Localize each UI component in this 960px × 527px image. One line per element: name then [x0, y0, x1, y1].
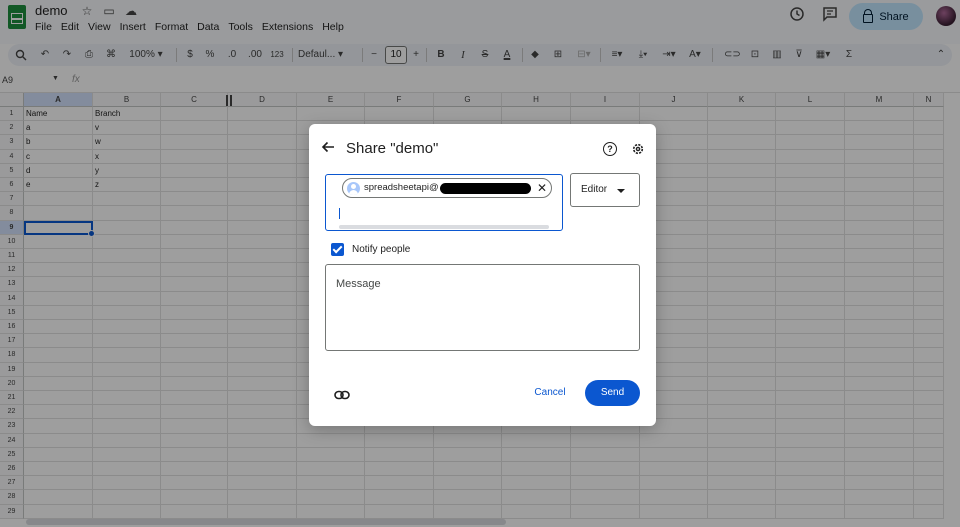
copy-link-icon[interactable] [334, 387, 350, 400]
role-value: Editor [581, 184, 608, 195]
text-cursor [339, 208, 340, 219]
redacted-email-domain [440, 183, 531, 194]
gear-icon[interactable] [630, 141, 646, 157]
person-avatar-icon [347, 182, 360, 195]
recipient-email: spreadsheetapi@ [364, 182, 439, 193]
notify-people-checkbox[interactable] [331, 243, 344, 256]
message-textarea[interactable]: Message [325, 264, 640, 351]
spreadsheet-app: demo ☆ ▭ ☁ File Edit View Insert Format … [0, 0, 960, 527]
remove-recipient-close-icon[interactable]: ✕ [537, 180, 547, 196]
recipient-chip[interactable]: spreadsheetapi@ ✕ [342, 178, 552, 198]
help-icon[interactable]: ? [603, 142, 617, 156]
dialog-title: Share "demo" [346, 140, 439, 157]
send-button[interactable]: Send [585, 380, 640, 406]
add-people-input[interactable]: spreadsheetapi@ ✕ [325, 174, 563, 231]
field-scrollbar[interactable] [339, 225, 549, 229]
share-dialog: Share "demo" ? spreadsheetapi@ ✕ Editor … [309, 124, 656, 426]
notify-people-label[interactable]: Notify people [352, 244, 410, 255]
cancel-button[interactable]: Cancel [529, 382, 571, 404]
dropdown-arrow-icon [617, 189, 625, 193]
role-select[interactable]: Editor [570, 173, 640, 207]
back-arrow-icon[interactable] [320, 139, 336, 155]
